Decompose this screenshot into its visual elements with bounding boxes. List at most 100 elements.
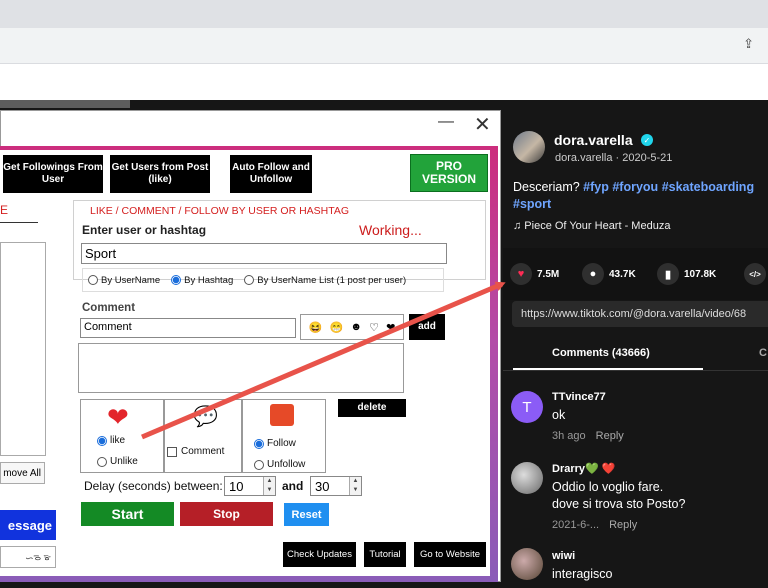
get-users-from-post-button[interactable]: Get Users from Post (like) bbox=[110, 155, 210, 193]
description-text: Desceriam? bbox=[513, 180, 580, 194]
comment-text: Oddio lo voglio fare. bbox=[552, 480, 664, 494]
follow-radio[interactable]: Follow bbox=[254, 438, 296, 449]
tab-comments[interactable]: Comments (43666) bbox=[552, 347, 650, 359]
avatar[interactable]: T bbox=[511, 391, 543, 423]
radio-circle-selected[interactable] bbox=[171, 275, 182, 285]
radio-circle[interactable] bbox=[88, 275, 98, 285]
radio-circle[interactable] bbox=[97, 456, 107, 467]
and-label: and bbox=[282, 479, 304, 493]
emoji-grin[interactable]: 😁 bbox=[329, 321, 343, 334]
radio-label: By UserName List (1 post per user) bbox=[257, 274, 407, 286]
save-stat[interactable]: ▮ 107.8K bbox=[657, 263, 716, 285]
comment-meta: 3h ago Reply bbox=[552, 430, 624, 442]
group-title: LIKE / COMMENT / FOLLOW BY USER OR HASHT… bbox=[90, 205, 350, 217]
comment-text: interagisco bbox=[552, 567, 613, 581]
reset-button[interactable]: Reset bbox=[284, 503, 329, 526]
follow-user-icon bbox=[270, 404, 294, 426]
hashtag-link[interactable]: #foryou bbox=[612, 180, 658, 194]
tab-underline bbox=[0, 222, 38, 223]
left-tab-label[interactable]: E bbox=[0, 203, 8, 217]
user-list-box[interactable] bbox=[0, 242, 46, 456]
radio-circle-selected[interactable] bbox=[97, 435, 107, 446]
page-header bbox=[0, 64, 768, 100]
comment-option-label: Comment bbox=[181, 446, 225, 457]
unlike-label: Unlike bbox=[110, 456, 138, 467]
emoji-heart[interactable]: ❤ bbox=[386, 321, 395, 334]
delay-min-stepper[interactable]: 10 ▲ ▼ bbox=[224, 476, 276, 496]
like-stat[interactable]: ♥ 7.5M bbox=[510, 263, 559, 285]
user-hashtag-input[interactable]: Sport bbox=[81, 243, 447, 264]
emoji-laugh[interactable]: 😆 bbox=[309, 321, 323, 334]
radio-by-list[interactable]: By UserName List (1 post per user) bbox=[244, 275, 406, 286]
delay-max-value: 30 bbox=[315, 478, 330, 494]
hashtag-link[interactable]: #skateboarding bbox=[662, 180, 754, 194]
heart-icon[interactable]: ♥ bbox=[510, 263, 532, 285]
enter-user-label: Enter user or hashtag bbox=[82, 223, 207, 237]
radio-circle[interactable] bbox=[254, 459, 264, 470]
message-button[interactable]: essage bbox=[0, 510, 56, 540]
comment-icon[interactable]: ● bbox=[582, 263, 604, 285]
go-to-website-button[interactable]: Go to Website bbox=[414, 542, 486, 567]
radio-circle-selected[interactable] bbox=[254, 438, 264, 449]
get-followings-button[interactable]: Get Followings From User bbox=[3, 155, 103, 193]
avatar[interactable] bbox=[511, 462, 543, 494]
avatar[interactable] bbox=[513, 131, 545, 163]
comment-text: ok bbox=[552, 408, 566, 422]
stepper-arrows[interactable]: ▲ ▼ bbox=[349, 477, 361, 495]
hashtag-link[interactable]: #fyp bbox=[583, 180, 609, 194]
pro-version-button[interactable]: PRO VERSION bbox=[410, 154, 488, 192]
add-comment-button[interactable]: add bbox=[409, 314, 445, 340]
checkbox[interactable] bbox=[167, 446, 177, 457]
comment-author[interactable]: wiwi bbox=[552, 550, 575, 562]
browser-tab-strip bbox=[0, 0, 768, 28]
comment-meta: 2021-6-... Reply bbox=[552, 519, 637, 531]
comments-list-area[interactable] bbox=[78, 343, 404, 393]
comment-author[interactable]: TTvince77 bbox=[552, 391, 606, 403]
stepper-arrows[interactable]: ▲ ▼ bbox=[263, 477, 275, 495]
radio-label: By UserName bbox=[101, 274, 161, 286]
unlike-radio[interactable]: Unlike bbox=[97, 456, 138, 467]
tutorial-button[interactable]: Tutorial bbox=[364, 542, 406, 567]
reply-link[interactable]: Reply bbox=[596, 430, 624, 442]
video-url-field[interactable]: https://www.tiktok.com/@dora.varella/vid… bbox=[512, 301, 768, 327]
comment-bubble-icon: 💬 bbox=[193, 406, 218, 428]
delay-max-stepper[interactable]: 30 ▲ ▼ bbox=[310, 476, 362, 496]
comment-stat[interactable]: ● 43.7K bbox=[582, 263, 636, 285]
hashtag-link[interactable]: #sport bbox=[513, 197, 551, 211]
author-username[interactable]: dora.varella bbox=[554, 132, 633, 148]
status-text: Working... bbox=[359, 222, 422, 238]
emoji-heart-outline[interactable]: ♡ bbox=[369, 321, 379, 334]
comment-label: Comment bbox=[82, 302, 136, 314]
left-small-field[interactable]: ᯈᯉ ᯊ bbox=[0, 546, 56, 568]
delete-button[interactable]: delete bbox=[338, 399, 406, 417]
unfollow-radio[interactable]: Unfollow bbox=[254, 459, 305, 470]
radio-by-username[interactable]: By UserName bbox=[88, 275, 160, 286]
tab-creator-videos[interactable]: C bbox=[759, 347, 767, 359]
emoji-picker: 😆 😁 ☻ ♡ ❤ bbox=[300, 314, 404, 340]
emoji-smile[interactable]: ☻ bbox=[350, 321, 362, 333]
stop-button[interactable]: Stop bbox=[180, 502, 273, 526]
radio-circle[interactable] bbox=[244, 275, 255, 285]
minimize-button[interactable]: — bbox=[438, 113, 454, 131]
radio-by-hashtag[interactable]: By Hashtag bbox=[171, 275, 233, 286]
close-button[interactable]: ✕ bbox=[474, 112, 491, 137]
search-mode-radios: By UserName By Hashtag By UserName List … bbox=[82, 268, 444, 292]
share-icon[interactable]: ⇪ bbox=[743, 36, 754, 52]
music-track[interactable]: ♫ Piece Of Your Heart - Meduza bbox=[513, 220, 670, 232]
comment-count: 43.7K bbox=[609, 268, 636, 280]
like-label: like bbox=[110, 435, 126, 446]
reply-link[interactable]: Reply bbox=[609, 519, 637, 531]
start-button[interactable]: Start bbox=[81, 502, 174, 526]
like-radio[interactable]: like bbox=[97, 435, 125, 446]
comment-checkbox[interactable]: Comment bbox=[167, 446, 224, 457]
like-count: 7.5M bbox=[537, 268, 560, 280]
check-updates-button[interactable]: Check Updates bbox=[283, 542, 356, 567]
bookmark-icon[interactable]: ▮ bbox=[657, 263, 679, 285]
auto-follow-button[interactable]: Auto Follow and Unfollow bbox=[230, 155, 312, 193]
embed-icon[interactable]: </> bbox=[744, 263, 766, 285]
embed-stat[interactable]: </> bbox=[744, 263, 766, 285]
remove-all-button[interactable]: move All bbox=[0, 462, 45, 484]
comment-author[interactable]: Drarry💚 ❤️ bbox=[552, 462, 615, 475]
avatar[interactable] bbox=[511, 548, 543, 580]
comment-input[interactable]: Comment bbox=[80, 318, 296, 338]
